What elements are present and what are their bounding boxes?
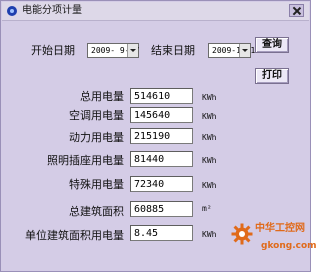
app-icon <box>7 6 17 16</box>
power-consumption-label: 动力用电量 <box>69 131 124 144</box>
start-date-label: 开始日期 <box>31 44 75 57</box>
print-button[interactable]: 打印 <box>255 68 289 84</box>
chevron-down-icon[interactable] <box>127 44 138 57</box>
power-consumption-field[interactable]: 215190 <box>130 128 193 144</box>
hvac-consumption-unit: KWh <box>202 112 217 121</box>
lighting-consumption-label: 照明插座用电量 <box>47 154 124 167</box>
lighting-consumption-unit: KWh <box>202 156 217 165</box>
chevron-down-icon[interactable] <box>239 44 250 57</box>
gkong-watermark: 中华工控网 gkong.com <box>231 219 317 265</box>
unit-area-consumption-value: 8.45 <box>134 228 159 239</box>
gear-logo-icon <box>231 223 253 245</box>
building-area-value: 60885 <box>134 204 165 215</box>
total-consumption-value: 514610 <box>134 91 171 102</box>
window-title: 电能分项计量 <box>22 5 82 16</box>
building-area-unit: m² <box>202 204 212 213</box>
hvac-consumption-label: 空调用电量 <box>69 109 124 122</box>
lighting-consumption-value: 81440 <box>134 154 165 165</box>
building-area-field[interactable]: 60885 <box>130 201 193 217</box>
power-consumption-value: 215190 <box>134 131 171 142</box>
energy-metering-dialog: 电能分项计量 开始日期 2009- 9-17 结束日期 2009-10-16 查… <box>0 0 317 272</box>
end-date-label: 结束日期 <box>151 44 195 57</box>
special-consumption-label: 特殊用电量 <box>69 178 124 191</box>
close-button[interactable] <box>289 4 304 17</box>
start-date-picker[interactable]: 2009- 9-17 <box>87 43 139 58</box>
unit-area-consumption-unit: KWh <box>202 230 217 239</box>
power-consumption-unit: KWh <box>202 133 217 142</box>
total-consumption-field[interactable]: 514610 <box>130 88 193 104</box>
hvac-consumption-field[interactable]: 145640 <box>130 107 193 123</box>
hvac-consumption-value: 145640 <box>134 110 171 121</box>
end-date-picker[interactable]: 2009-10-16 <box>208 43 260 58</box>
special-consumption-field[interactable]: 72340 <box>130 176 193 192</box>
query-button[interactable]: 查询 <box>255 37 289 53</box>
lighting-consumption-field[interactable]: 81440 <box>130 151 193 167</box>
unit-area-consumption-field[interactable]: 8.45 <box>130 225 193 241</box>
special-consumption-unit: KWh <box>202 181 217 190</box>
building-area-label: 总建筑面积 <box>69 205 124 218</box>
unit-area-consumption-label: 单位建筑面积用电量 <box>25 229 124 242</box>
watermark-cn-text: 中华工控网 <box>255 223 305 234</box>
total-consumption-label: 总用电量 <box>80 90 124 103</box>
special-consumption-value: 72340 <box>134 179 165 190</box>
title-bar: 电能分项计量 <box>2 2 309 21</box>
watermark-en-text: gkong.com <box>261 241 317 251</box>
total-consumption-unit: KWh <box>202 93 217 102</box>
end-date-value: 2009-10-16 <box>212 46 261 55</box>
